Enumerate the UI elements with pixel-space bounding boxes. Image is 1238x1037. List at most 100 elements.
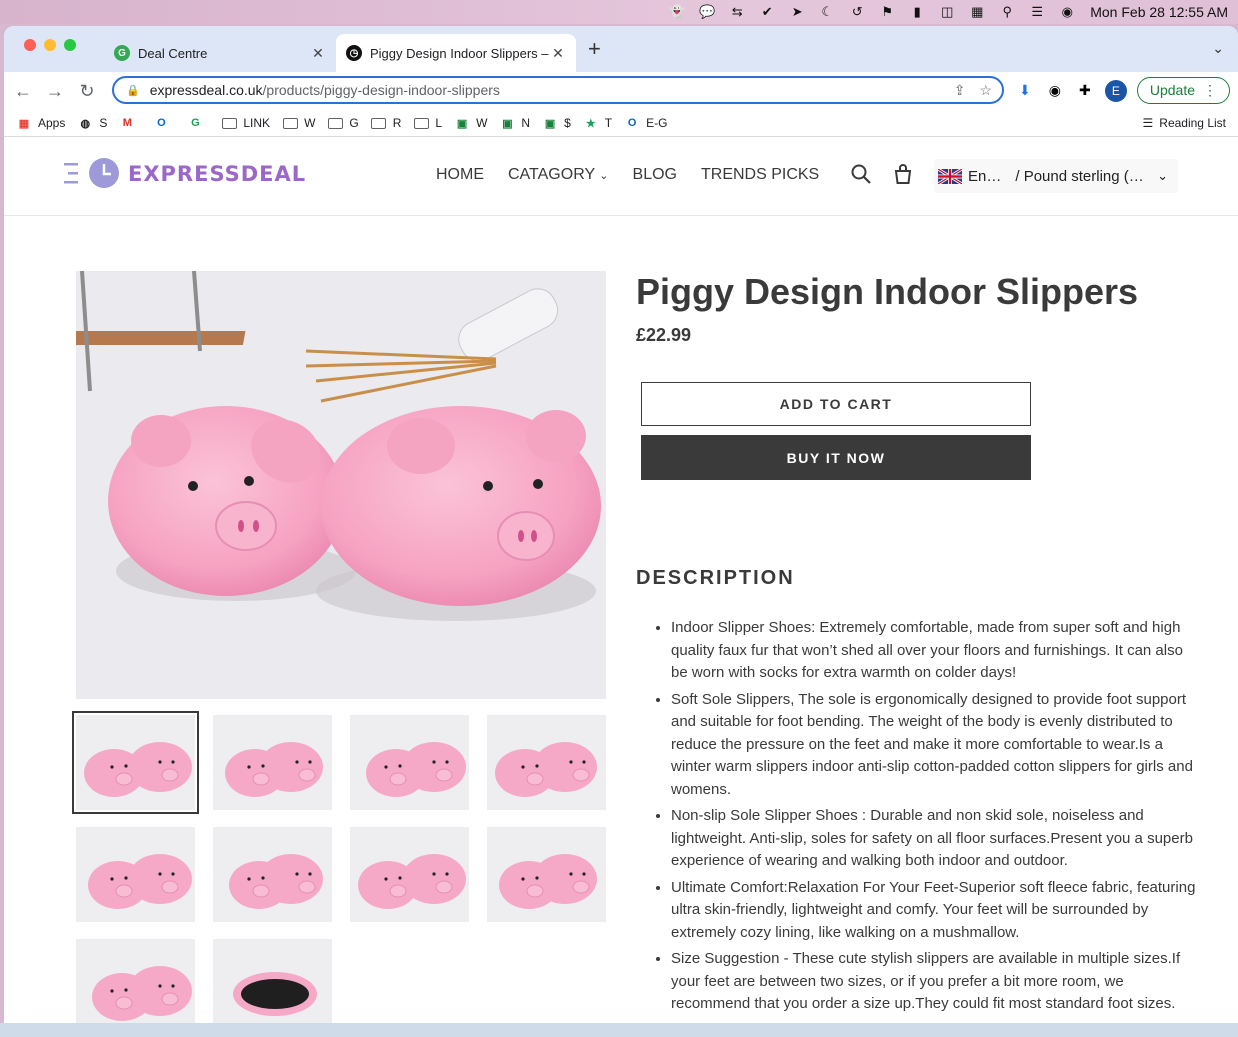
new-tab-icon[interactable]: + (588, 38, 601, 60)
product-main-image[interactable] (76, 271, 606, 699)
siri-icon[interactable]: ◉ (1059, 4, 1075, 20)
web-page: EXPRESSDEAL HOME CATAGORY ⌄ BLOG TRENDS … (4, 137, 1238, 1037)
sheets-icon: ▣ (544, 117, 556, 130)
back-icon[interactable]: ← (10, 81, 36, 102)
product-thumbnail[interactable] (72, 711, 199, 814)
tab-deal-centre[interactable]: G Deal Centre ✕ (104, 34, 336, 72)
bookmark-label: E-G (646, 116, 668, 130)
thumbnail-image (76, 939, 195, 1034)
product-thumbnail[interactable] (350, 715, 469, 810)
zoom-window-button[interactable] (64, 39, 76, 51)
bookmark-item[interactable]: ★ T (583, 116, 612, 130)
control-center-icon[interactable]: ☰ (1029, 4, 1045, 20)
bookmark-label: T (604, 116, 613, 130)
bookmark-item[interactable]: ▣ $ (542, 116, 571, 130)
bookmark-item[interactable]: O (153, 116, 175, 130)
bookmark-item[interactable]: G (327, 116, 359, 130)
bookmark-item[interactable]: M (119, 116, 141, 130)
bookmark-item[interactable]: ▦ Apps (16, 116, 66, 130)
close-tab-icon[interactable]: ✕ (550, 45, 566, 62)
folder-shape (221, 117, 237, 129)
description-bullet: Size Suggestion - These cute stylish sli… (671, 948, 1199, 1016)
profile-avatar[interactable]: E (1104, 79, 1127, 102)
folder-shape (327, 117, 343, 129)
snapchat-icon[interactable]: 👻 (669, 4, 685, 20)
tab-search-chevron-icon[interactable]: ⌄ (1212, 40, 1224, 57)
bookmark-item[interactable]: G (187, 116, 209, 130)
us-flag-input-icon[interactable]: ⚑ (879, 4, 895, 20)
bookmark-item[interactable]: L (413, 116, 442, 130)
bookmark-star-icon[interactable]: ☆ (979, 82, 992, 99)
spotlight-search-icon[interactable]: ⚲ (999, 4, 1015, 20)
close-window-button[interactable] (24, 39, 36, 51)
nav-category[interactable]: CATAGORY ⌄ (508, 166, 609, 184)
memory-icon[interactable]: ▦ (969, 4, 985, 20)
bookmark-label: W (476, 116, 488, 130)
forward-icon[interactable]: → (42, 81, 68, 102)
reading-list-icon: ☰ (1142, 116, 1154, 130)
add-to-cart-button[interactable]: ADD TO CART (641, 382, 1031, 426)
wechat-icon[interactable]: 💬 (699, 4, 715, 20)
chevron-down-icon: ⌄ (1157, 168, 1168, 183)
tab-piggy-slippers[interactable]: ◷ Piggy Design Indoor Slippers – Express… (336, 34, 576, 72)
minimize-window-button[interactable] (44, 39, 56, 51)
chevron-down-icon: ⌄ (599, 170, 609, 182)
product-thumbnail[interactable] (487, 827, 606, 922)
nav-blog[interactable]: BLOG (633, 166, 677, 184)
download-extension-icon[interactable]: ⬇ (1015, 81, 1035, 101)
bookmark-item[interactable]: W (282, 116, 315, 130)
lock-icon[interactable]: 🔒 (126, 84, 140, 97)
product-thumbnail[interactable] (213, 939, 332, 1034)
owl-extension-icon[interactable]: ◉ (1045, 81, 1065, 101)
product-thumbnail[interactable] (76, 939, 195, 1034)
globe-icon: ◍ (80, 117, 91, 130)
bookmark-item[interactable]: ▣ W (454, 116, 488, 130)
time-machine-icon[interactable]: ↺ (849, 4, 865, 20)
bookmark-label: N (521, 116, 531, 130)
browser-window: G Deal Centre ✕ ◷ Piggy Design Indoor Sl… (4, 26, 1238, 1037)
menubar-clock[interactable]: Mon Feb 28 12:55 AM (1090, 4, 1228, 20)
screen-mirroring-icon[interactable]: ◫ (939, 4, 955, 20)
sheets-icon: ▣ (456, 117, 468, 130)
outlook-icon: O (157, 117, 166, 129)
bookmark-label: $ (564, 116, 571, 130)
uk-flag-icon (938, 168, 962, 184)
update-button[interactable]: Update ⋮ (1136, 77, 1230, 104)
locale-currency-selector[interactable]: En… / Pound sterling (… ⌄ (934, 159, 1178, 193)
description-bullet: Ultimate Comfort:Relaxation For Your Fee… (671, 877, 1199, 945)
outlook-icon: O (627, 117, 637, 129)
description-list: Indoor Slipper Shoes: Extremely comforta… (636, 617, 1199, 1020)
bookmark-item[interactable]: ▣ N (499, 116, 530, 130)
search-icon[interactable] (850, 163, 872, 185)
cart-icon[interactable] (892, 163, 914, 185)
share-icon[interactable]: ⇪ (954, 82, 966, 99)
site-logo[interactable]: EXPRESSDEAL (62, 157, 306, 191)
reading-list-button[interactable]: ☰ Reading List (1143, 116, 1226, 130)
bookmark-item[interactable]: R (371, 116, 401, 130)
address-bar[interactable]: 🔒 expressdeal.co.uk/products/piggy-desig… (112, 76, 1004, 104)
bookmark-label: W (304, 116, 316, 130)
close-tab-icon[interactable]: ✕ (310, 45, 326, 62)
product-thumbnail[interactable] (213, 715, 332, 810)
product-thumbnail[interactable] (213, 827, 332, 922)
reading-list-label: Reading List (1159, 116, 1226, 130)
bookmark-item[interactable]: O E-G (624, 116, 668, 130)
extensions-puzzle-icon[interactable]: ✚ (1075, 81, 1095, 101)
night-mode-icon[interactable]: ☾ (819, 4, 835, 20)
nav-home[interactable]: HOME (436, 166, 484, 184)
checkmark-app-icon[interactable]: ✔ (759, 4, 775, 20)
product-thumbnail[interactable] (487, 715, 606, 810)
battery-icon[interactable]: ▮ (909, 4, 925, 20)
reload-icon[interactable]: ↻ (74, 81, 100, 102)
bookmark-label: L (435, 116, 443, 130)
vpn-icon[interactable]: ➤ (789, 4, 805, 20)
buy-it-now-button[interactable]: BUY IT NOW (641, 435, 1031, 480)
bookmark-item[interactable]: LINK (221, 116, 270, 130)
product-thumbnail[interactable] (76, 827, 195, 922)
clock-favicon-icon: ◷ (346, 45, 362, 61)
teamviewer-icon[interactable]: ⇆ (729, 4, 745, 20)
product-thumbnail[interactable] (350, 827, 469, 922)
nav-trends-picks[interactable]: TRENDS PICKS (701, 166, 819, 184)
grammarly-icon: G (191, 117, 200, 129)
bookmark-item[interactable]: ◍ S (77, 116, 108, 130)
